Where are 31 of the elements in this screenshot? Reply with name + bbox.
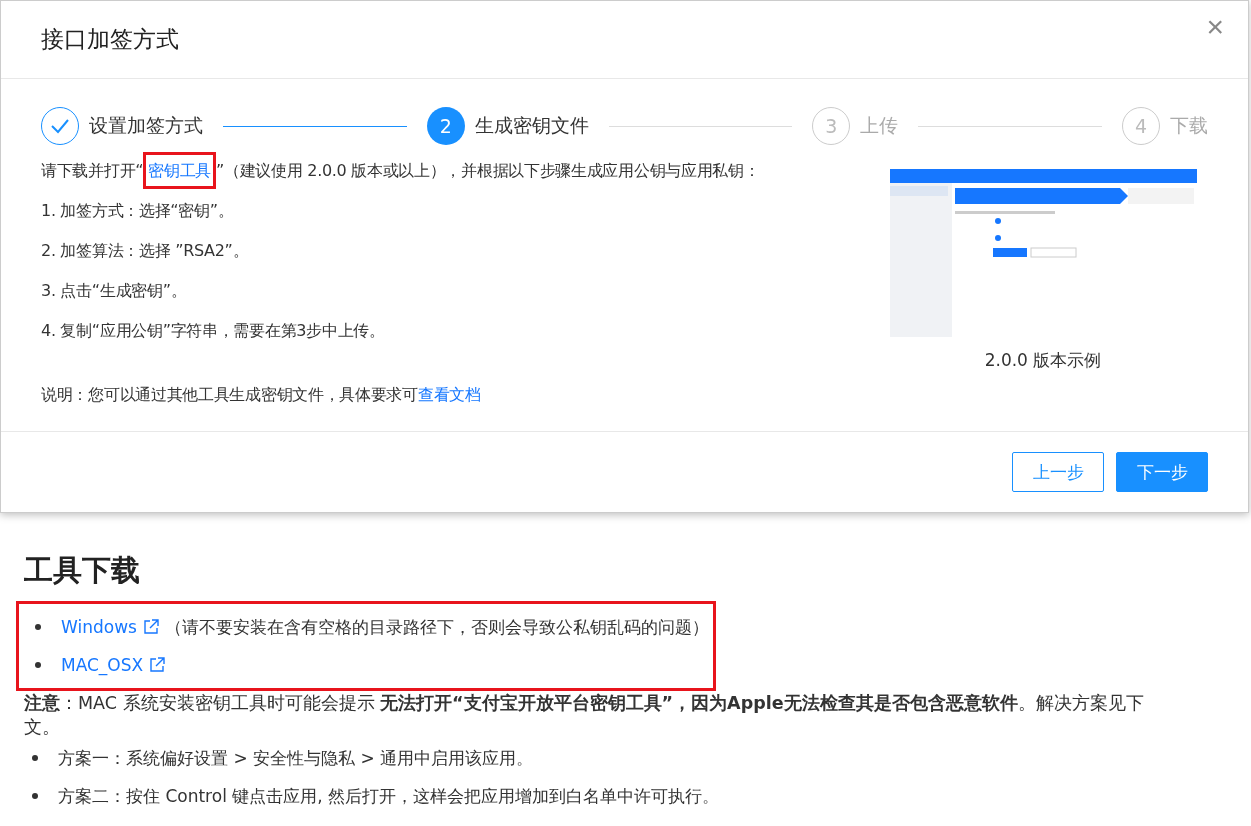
step-circle: 2: [426, 107, 465, 145]
note-text: 说明：您可以通过其他工具生成密钥文件，具体要求可查看文档: [41, 384, 482, 406]
dialog-title: 接口加签方式: [41, 25, 179, 54]
warning-text: 注意：MAC 系统安装密钥工具时可能会提示 无法打开“支付宝开放平台密钥工具”，因为Apple无法检查其是否包含恶意软件。解决方案见下文。: [24, 692, 1145, 739]
close-button[interactable]: ×: [1202, 9, 1228, 44]
instruction-step: 2. 加签算法：选择 ”RSA2”。: [41, 231, 878, 271]
external-link-icon: [149, 657, 166, 673]
instruction-step: 1. 加签方式：选择“密钥”。: [41, 191, 878, 231]
bullet-icon: [32, 755, 38, 761]
bullet-icon: [32, 793, 38, 799]
step-label: 设置加签方式: [89, 113, 203, 138]
step-label: 上传: [860, 113, 899, 138]
bullet-icon: [35, 624, 41, 630]
instruction-step: 4. 复制“应用公钥”字符串，需要在第3步中上传。: [41, 311, 878, 351]
step-label: 下载: [1170, 113, 1208, 138]
download-link[interactable]: Windows: [61, 617, 137, 637]
previous-button[interactable]: 上一步: [1012, 452, 1104, 492]
solution-text: 方案二：按住 Control 键点击应用, 然后打开，这样会把应用增加到白名单中许可执行。: [58, 784, 720, 808]
section-heading: 工具下载: [24, 552, 141, 589]
next-button[interactable]: 下一步: [1116, 452, 1208, 492]
instruction-step: 3. 点击“生成密钥”。: [41, 271, 878, 311]
solution-text: 方案一：系统偏好设置 > 安全性与隐私 > 通用中启用该应用。: [58, 746, 534, 770]
external-link-icon: [142, 619, 159, 635]
bullet-icon: [35, 662, 41, 668]
preview-caption: 2.0.0 版本示例: [984, 349, 1102, 372]
instruction-text: 请下载并打开“ 密钥工具 ”（建议使用 2.0.0 版本或以上），并根据以下步骤生成应用公钥与应用私钥：: [41, 151, 878, 191]
tool-link[interactable]: 密钥工具: [143, 152, 216, 189]
docs-link[interactable]: 查看文档: [417, 385, 481, 404]
download-note: （请不要安装在含有空格的目录路径下，否则会导致公私钥乱码的问题）: [164, 615, 709, 639]
step-label: 生成密钥文件: [474, 113, 589, 138]
download-link[interactable]: MAC_OSX: [61, 655, 144, 675]
